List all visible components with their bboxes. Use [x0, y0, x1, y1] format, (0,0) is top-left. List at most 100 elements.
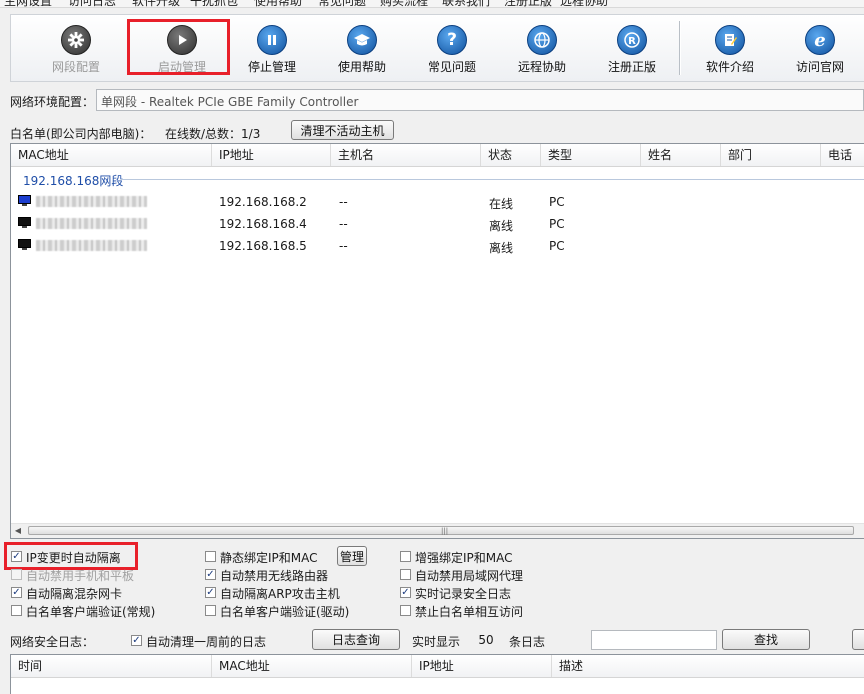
group-label[interactable]: 192.168.168网段 [23, 172, 123, 189]
menu-item[interactable]: 远程协助 [560, 0, 608, 7]
table-row[interactable]: 192.168.168.4 -- 离线 PC [11, 213, 864, 235]
menu-item[interactable]: 干扰抓包 [190, 0, 238, 7]
menu-item[interactable]: 注册正版 [504, 0, 552, 7]
checkbox-unchecked[interactable] [205, 605, 216, 616]
column-header-mac[interactable]: MAC地址 [212, 655, 412, 677]
faq-button[interactable]: ? 常见问题 [419, 15, 485, 81]
checkbox-unchecked[interactable] [400, 551, 411, 562]
cell-hostname: -- [339, 195, 348, 209]
checkbox-unchecked[interactable] [11, 605, 22, 616]
column-header-mac[interactable]: MAC地址 [11, 144, 212, 166]
option-label: 白名单客户端验证(常规) [26, 605, 156, 619]
cell-ip: 192.168.168.2 [219, 195, 307, 209]
checkbox-checked[interactable]: ✓ [131, 635, 142, 646]
log-query-button[interactable]: 日志查询 [312, 629, 400, 650]
option-label: 实时记录安全日志 [415, 587, 512, 601]
column-header-ip[interactable]: IP地址 [212, 144, 331, 166]
help-button[interactable]: 使用帮助 [329, 15, 395, 81]
scroll-left-icon[interactable]: ◀ [11, 524, 25, 538]
highlight-box [4, 542, 138, 570]
option-label: 自动禁用无线路由器 [220, 569, 329, 583]
checkbox-unchecked[interactable] [205, 551, 216, 562]
stop-manage-button[interactable]: 停止管理 [239, 15, 305, 81]
realtime-display-label: 实时显示 [412, 635, 461, 649]
log-count-value[interactable]: 50 [466, 630, 506, 650]
extra-button[interactable] [852, 629, 864, 650]
register-button[interactable]: R 注册正版 [599, 15, 665, 81]
remote-assist-button[interactable]: 远程协助 [509, 15, 575, 81]
column-header-hostname[interactable]: 主机名 [331, 144, 481, 166]
column-header-department[interactable]: 部门 [721, 144, 821, 166]
menu-item[interactable]: 联系我们 [442, 0, 490, 7]
table-row[interactable]: 192.168.168.2 -- 在线 PC [11, 191, 864, 213]
option-label: 自动禁用手机和平板 [26, 569, 135, 583]
menu-item[interactable]: 常见问题 [318, 0, 366, 7]
column-header-status[interactable]: 状态 [481, 144, 541, 166]
toolbar-label: 常见问题 [427, 60, 476, 74]
column-header-name[interactable]: 姓名 [641, 144, 721, 166]
grip-icon: ||| [441, 527, 449, 535]
column-header-ip[interactable]: IP地址 [412, 655, 552, 677]
option-label: 增强绑定IP和MAC [415, 551, 513, 565]
ie-browser-icon: e [805, 25, 835, 55]
menu-item[interactable]: 使用帮助 [254, 0, 302, 7]
column-header-description[interactable]: 描述 [552, 655, 864, 677]
option-label: 白名单客户端验证(驱动) [220, 605, 350, 619]
pc-online-icon [18, 195, 31, 206]
cell-ip: 192.168.168.4 [219, 217, 307, 231]
cell-status: 离线 [489, 219, 514, 233]
option-label: 自动清理一周前的日志 [146, 635, 267, 649]
column-header-time[interactable]: 时间 [11, 655, 212, 677]
group-divider [121, 179, 864, 180]
manage-button[interactable]: 管理 [337, 546, 367, 566]
gear-icon [61, 25, 91, 55]
clear-inactive-button[interactable]: 清理不活动主机 [291, 120, 394, 140]
pc-offline-icon [18, 217, 31, 228]
scrollbar-thumb[interactable]: ||| [28, 526, 854, 535]
column-header-phone[interactable]: 电话 [821, 144, 864, 166]
online-count: 在线数/总数：1/3 [165, 127, 261, 141]
menu-item[interactable]: 软件升级 [132, 0, 180, 7]
official-site-button[interactable]: e 访问官网 [787, 15, 853, 81]
table-row[interactable]: 192.168.168.5 -- 离线 PC [11, 235, 864, 257]
cell-type: PC [549, 239, 565, 253]
checkbox-checked[interactable]: ✓ [205, 569, 216, 580]
network-config-select[interactable]: 单网段 - Realtek PCIe GBE Family Controller [96, 89, 864, 111]
menu-item[interactable]: 主网设置 [4, 0, 52, 7]
network-config-label: 网络环境配置： [10, 95, 95, 109]
pause-icon [257, 25, 287, 55]
log-table: 时间 MAC地址 IP地址 描述 [10, 654, 864, 694]
checkbox-disabled [11, 569, 22, 580]
whitelist-label: 白名单(即公司内部电脑)： [10, 127, 152, 141]
cell-hostname: -- [339, 217, 348, 231]
mac-address-redacted [36, 196, 147, 207]
option-label: 自动禁用局域网代理 [415, 569, 524, 583]
toolbar-label: 远程协助 [517, 60, 566, 74]
option-label: 静态绑定IP和MAC [220, 551, 318, 565]
checkbox-unchecked[interactable] [400, 605, 411, 616]
checkbox-checked[interactable]: ✓ [400, 587, 411, 598]
menu-item[interactable]: 访问日志 [68, 0, 116, 7]
highlight-box [127, 19, 230, 75]
search-input[interactable] [591, 630, 717, 650]
registered-icon: R [617, 25, 647, 55]
checkbox-checked[interactable]: ✓ [205, 587, 216, 598]
cell-ip: 192.168.168.5 [219, 239, 307, 253]
software-intro-button[interactable]: 软件介绍 [697, 15, 763, 81]
checkbox-checked[interactable]: ✓ [11, 587, 22, 598]
globe-icon [527, 25, 557, 55]
horizontal-scrollbar[interactable]: ◀ ||| [11, 523, 864, 538]
segment-config-button[interactable]: 网段配置 [43, 15, 109, 81]
toolbar-label: 停止管理 [247, 60, 296, 74]
toolbar-label: 使用帮助 [337, 60, 386, 74]
checkbox-unchecked[interactable] [400, 569, 411, 580]
cell-status: 在线 [489, 197, 514, 211]
pc-offline-icon [18, 239, 31, 250]
column-header-type[interactable]: 类型 [541, 144, 641, 166]
table-header: MAC地址 IP地址 主机名 状态 类型 姓名 部门 电话 [11, 144, 864, 167]
menu-item[interactable]: 购买流程 [380, 0, 428, 7]
mac-address-redacted [36, 218, 147, 229]
search-button[interactable]: 查找 [722, 629, 810, 650]
cell-type: PC [549, 195, 565, 209]
host-table: MAC地址 IP地址 主机名 状态 类型 姓名 部门 电话 192.168.16… [10, 143, 864, 539]
